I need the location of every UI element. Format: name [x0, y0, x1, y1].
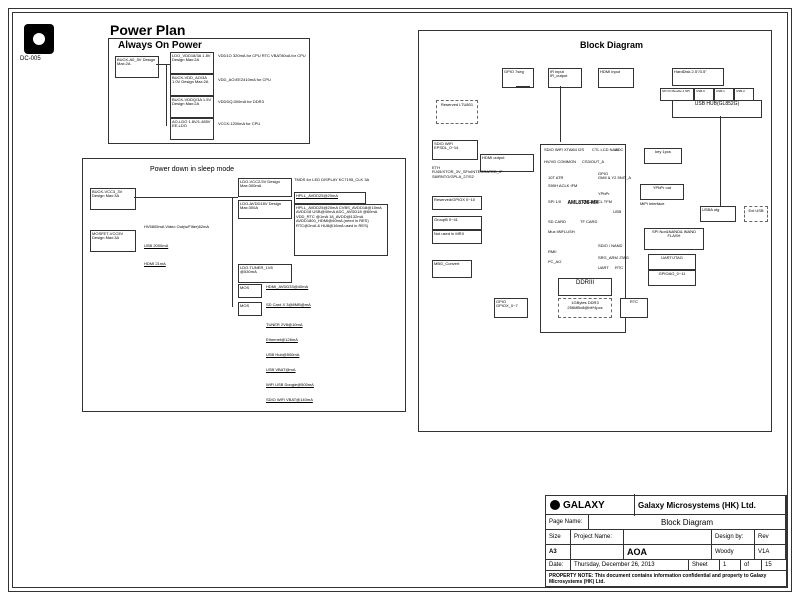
- sheet-value: 1: [720, 559, 741, 571]
- pagename-value: Block Diagram: [589, 514, 786, 530]
- wifi-sdio-box: SDIO WiFi EPSDL_0~14: [432, 140, 478, 160]
- uart-jtag-box: UART/JTAG: [648, 254, 696, 270]
- out2-label: VDD_AO:EE2410mA for CPU: [218, 78, 271, 82]
- sdiowifi-label: SDIO WiFi VBAT@140mA: [266, 398, 313, 402]
- rev-value: V1A: [755, 544, 786, 560]
- project-value: AOA: [624, 544, 712, 560]
- ddr-box: DDRIII: [558, 278, 612, 296]
- outputs-18v-box: HPLL_AVDD25@20mA CVBS_AVDD18@15mA AVDD18…: [294, 204, 388, 256]
- out4-label: VCCK:1200mA for CPU: [218, 122, 260, 126]
- spi-nor-box: SPI Nor&NAND& iNAND FLASH: [644, 228, 704, 250]
- company-name: Galaxy Microsystems (HK) Ltd.: [635, 495, 786, 515]
- harddisk-box: HardDisk 2.5"/3.5": [672, 68, 724, 86]
- hdmi-in-box: HDMI input: [598, 68, 634, 88]
- of-label: of: [741, 559, 762, 571]
- out3-label: VDDDQ:300mA for DDR3: [218, 100, 264, 104]
- sdcard-label: SD Card X 3@8MB@mA: [266, 303, 311, 307]
- usb-hub-chip-box: USB HUB(GL852G): [672, 100, 762, 118]
- ao-ldo-box: AO-LDO 1.8V/1.485V EE-LDO: [170, 118, 214, 140]
- mos-box-2: MOS: [238, 302, 262, 316]
- gpio-out-box: GPIO GPIOX_0~7: [494, 298, 528, 318]
- rtc-box: RTC: [620, 298, 648, 318]
- buck-a0-box: BUCK-A0_5V Design Max:2A: [115, 56, 159, 78]
- mos-box-1: MOS: [238, 284, 262, 298]
- gpio-7seg-box: GPIO 7seg: [502, 68, 534, 88]
- buck-vcc33-box: BUCK-VCC3_3V Design Max:3A: [90, 188, 136, 210]
- key-box: key 1pcs: [644, 148, 682, 164]
- ir-box: IR input IR_output: [548, 68, 582, 88]
- sleep-mode-title: Power down in sleep mode: [150, 166, 234, 173]
- ldo-vcc25-box: LDO-VCC2.5V Design Max:300mA: [238, 178, 292, 197]
- out1-label: VDD1O 320mA for CPU RTC VBAT80uA for CPU: [218, 54, 306, 58]
- block-diagram-title: Block Diagram: [580, 40, 643, 50]
- logo-icon: [550, 500, 560, 510]
- tuner-2v8-label: TUNER 2V8@10mA: [266, 323, 303, 327]
- mbg-box: MBG_Convert: [432, 260, 472, 278]
- logo-text: GALAXY: [563, 500, 605, 511]
- pagename-label: Page Name:: [546, 514, 589, 530]
- size-label: Size: [546, 529, 571, 545]
- property-note: PROPERTY NOTE: This document contains in…: [546, 571, 786, 587]
- ldo-avdd18-box: LDO-AVDD18V Design Max:300A: [238, 200, 292, 219]
- buck-vddq-box: BUCK-VDDQ/3A 1.5V Design Max:2A: [170, 96, 214, 118]
- buck-vdd-ao-box: BUCK-VDD_AO/3A 1.0V Design Max:2A: [170, 74, 214, 96]
- gpioao-box: GPIOAO_0~11: [648, 270, 696, 286]
- tmds-label: TMDS for LED DISPLAY KC7195_CLK 3A: [294, 178, 384, 182]
- ethernet-label: Ethernet@128mA: [266, 338, 298, 342]
- ldo-vdd18-box: LDO_VDD18/3A 1.8V Design Max:2A: [170, 52, 214, 74]
- usbvbat-label: USB VBAT@mA: [266, 368, 296, 372]
- reserved-box: Reserved LTU801: [436, 100, 478, 124]
- hdmi-filter-label: HV5805mA Video Out(w/Filter)62mA: [144, 225, 230, 229]
- ddr-detail-box: 1GBytes DDR3 256MBx8@bit*4pcs: [558, 298, 612, 318]
- mosfet-vcc5v-box: MOSFET-VCC5V Design Max:3A: [90, 230, 136, 252]
- size-value: A3: [546, 544, 571, 560]
- dc-jack-icon: [24, 24, 54, 54]
- sheet-of: 15: [762, 559, 786, 571]
- usbhub-label: USB Hub@500mA: [266, 353, 299, 357]
- title-block: GALAXY Galaxy Microsystems (HK) Ltd. Pag…: [545, 495, 787, 587]
- tvp-box: Reserved/GPIOX 0~10: [432, 196, 482, 210]
- hpll25-label: HPLL_AVDD25@20mA: [294, 192, 366, 204]
- tcon-box: GroupB 0~41: [432, 216, 482, 230]
- ypbpr-box: YPbPr out: [640, 184, 684, 200]
- rev-label: Rev: [755, 529, 786, 545]
- spi-io-box: SPi I/O Bundle 2 SPI: [660, 88, 694, 101]
- usba-otg-box: USBA otg: [700, 206, 736, 222]
- designby-label: Design by:: [712, 529, 755, 545]
- ldo-tuner18-box: LDO-TUNER_1V8 @530mA: [238, 264, 292, 283]
- connector-label: DC-005: [20, 56, 41, 62]
- wifiusb-label: WiFi USB Dongle@500mA: [266, 383, 314, 387]
- date-label: Date:: [546, 559, 571, 571]
- designby-value: Woody: [712, 544, 755, 560]
- power-plan-title: Power Plan: [110, 22, 185, 38]
- hdmi-avdd33-label: HDMI_AVDD33@40mA: [266, 285, 308, 289]
- date-value: Thursday, December 26, 2013: [571, 559, 689, 571]
- hdmi21-label: HDMI 21mA: [144, 262, 166, 266]
- usb-label: USB 2000mA: [144, 244, 168, 248]
- project-label: Project Name:: [571, 529, 624, 545]
- sheet-label: Sheet: [689, 559, 720, 571]
